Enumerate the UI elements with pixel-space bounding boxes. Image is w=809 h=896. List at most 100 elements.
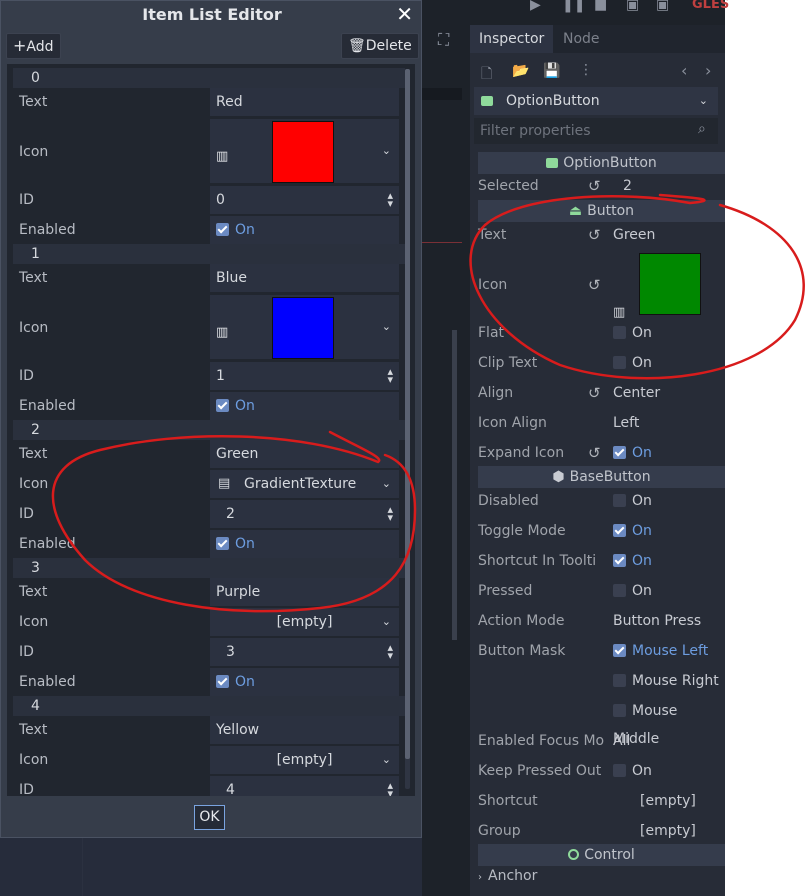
enabled-checkbox[interactable]: On [210,530,399,558]
pause-icon[interactable]: ❚❚ [562,0,585,13]
mouse-left-checkbox[interactable]: Mouse Left [613,637,708,665]
section-button[interactable]: ⏏ Button [478,200,725,222]
distraction-free-icon[interactable]: ⛶ [438,30,449,50]
prop-toggle-mode: Toggle Mode On [478,516,725,546]
new-resource-icon[interactable]: 🗋 [481,63,492,87]
node-type-label: OptionButton [506,93,600,109]
node-selector[interactable]: OptionButton ⌄ [474,87,718,115]
icon-picker[interactable]: [empty] ⌄ [210,608,399,636]
spinner-icon[interactable]: ▴ ▾ [387,186,393,209]
spinner-icon[interactable]: ▴ ▾ [387,362,393,385]
id-spinbox[interactable]: 0 ▴ ▾ [210,186,399,214]
item-header[interactable]: 4 [13,696,405,716]
mouse-middle-checkbox[interactable]: Mouse Middle [613,697,725,747]
item-header[interactable]: 1 [13,244,405,264]
prop-label: Align [478,385,514,401]
mouse-right-checkbox[interactable]: Mouse Right [613,667,719,695]
play-icon[interactable]: ▶ [530,0,541,13]
toggle-mode-checkbox[interactable]: On [613,517,652,545]
item-text-row: Text Purple [7,577,405,607]
spinner-icon[interactable]: ▴ ▾ [387,776,393,796]
shortcut-tooltip-checkbox[interactable]: On [613,547,652,575]
id-spinbox[interactable]: 4 ▴ ▾ [210,776,399,796]
prop-label: Shortcut [478,793,538,809]
selected-spinbox[interactable]: 2 [623,172,632,200]
item-header[interactable]: 3 [13,558,405,578]
action-mode-select[interactable]: Button Press [613,607,701,635]
enabled-checkbox[interactable]: On [210,668,399,696]
id-spinbox[interactable]: 2 ▴ ▾ [210,500,399,528]
chevron-down-icon: ⌄ [381,615,391,628]
expand-icon-checkbox[interactable]: On [613,439,652,467]
item-list-editor-dialog: Item List Editor ✕ +Add 🗑Delete 0 Text R… [0,0,422,838]
focus-mode-select[interactable]: All [613,727,630,755]
icon-align-select[interactable]: Left [613,409,639,437]
text-field[interactable]: Green [613,221,655,249]
text-field[interactable]: Purple [210,578,399,606]
disabled-checkbox[interactable]: On [613,487,652,515]
icon-picker[interactable]: ▥ ⌄ [210,295,399,359]
add-button[interactable]: +Add [6,33,61,59]
revert-icon[interactable]: ↺ [588,438,601,468]
text-field[interactable]: Red [210,88,399,116]
close-icon[interactable]: ✕ [396,1,413,27]
revert-icon[interactable]: ↺ [588,250,601,320]
icon-picker[interactable]: ▤ GradientTexture ⌄ [210,470,399,498]
icon-preview-swatch[interactable] [639,253,701,315]
chevron-down-icon: ⌄ [381,477,391,490]
pressed-checkbox[interactable]: On [613,577,652,605]
prop-anchor[interactable]: › Anchor [478,863,725,889]
prop-label: Enabled Focus Mo [478,733,605,749]
renderer-label[interactable]: GLES [692,0,729,12]
item-icon-row: Icon ▥ ⌄ [7,119,405,185]
item-text-row: Text Red [7,87,405,117]
delete-button[interactable]: 🗑Delete [341,33,419,59]
id-spinbox[interactable]: 3 ▴ ▾ [210,638,399,666]
field-label: Text [19,446,48,462]
prop-enabled-focus-mode: Enabled Focus Mo All [478,726,725,756]
spinner-icon[interactable]: ▴ ▾ [387,500,393,523]
enabled-checkbox[interactable]: On [210,216,399,244]
history-back-icon[interactable]: ‹ [681,61,687,80]
play-scene-icon[interactable]: ▣ [626,0,639,13]
ok-button[interactable]: OK [194,805,225,830]
viewport-scrollbar[interactable] [452,330,457,640]
history-forward-icon[interactable]: › [705,61,711,80]
prop-clip-text: Clip Text On [478,348,725,378]
clip-text-checkbox[interactable]: On [613,349,652,377]
enabled-checkbox[interactable]: On [210,392,399,420]
section-base-button[interactable]: ⬢ BaseButton [478,466,725,488]
text-field[interactable]: Green [210,440,399,468]
id-spinbox[interactable]: 1 ▴ ▾ [210,362,399,390]
save-resource-icon[interactable]: 💾 [543,63,560,79]
more-icon[interactable]: ⋮ [579,62,593,78]
revert-icon[interactable]: ↺ [588,378,601,408]
play-custom-icon[interactable]: ▣ [656,0,669,13]
text-field[interactable]: Blue [210,264,399,292]
field-label: Icon [19,320,49,336]
flat-checkbox[interactable]: On [613,319,652,347]
shortcut-resource[interactable]: [empty] [640,787,696,815]
group-resource[interactable]: [empty] [640,817,696,845]
stop-icon[interactable]: ■ [594,0,607,13]
field-label: ID [19,782,34,796]
section-option-button[interactable]: OptionButton [478,152,725,174]
filter-properties-input[interactable]: Filter properties [474,118,718,144]
keep-pressed-checkbox[interactable]: On [613,757,652,785]
list-scrollbar-thumb[interactable] [405,69,410,759]
icon-picker[interactable]: [empty] ⌄ [210,746,399,774]
revert-icon[interactable]: ↺ [588,220,601,250]
icon-resource-label: GradientTexture [244,476,357,492]
tab-node[interactable]: Node [554,25,609,53]
spinner-icon[interactable]: ▴ ▾ [387,638,393,661]
text-field[interactable]: Yellow [210,716,399,744]
icon-picker[interactable]: ▥ ⌄ [210,119,399,183]
item-header[interactable]: 0 [13,68,405,88]
item-header[interactable]: 2 [13,420,405,440]
tab-inspector[interactable]: Inspector [470,25,554,53]
revert-icon[interactable]: ↺ [588,172,601,200]
item-id-row: ID 2 ▴ ▾ [7,499,405,529]
align-select[interactable]: Center [613,379,660,407]
prop-label: Selected [478,178,539,194]
open-resource-icon[interactable]: 📂 [512,63,529,79]
